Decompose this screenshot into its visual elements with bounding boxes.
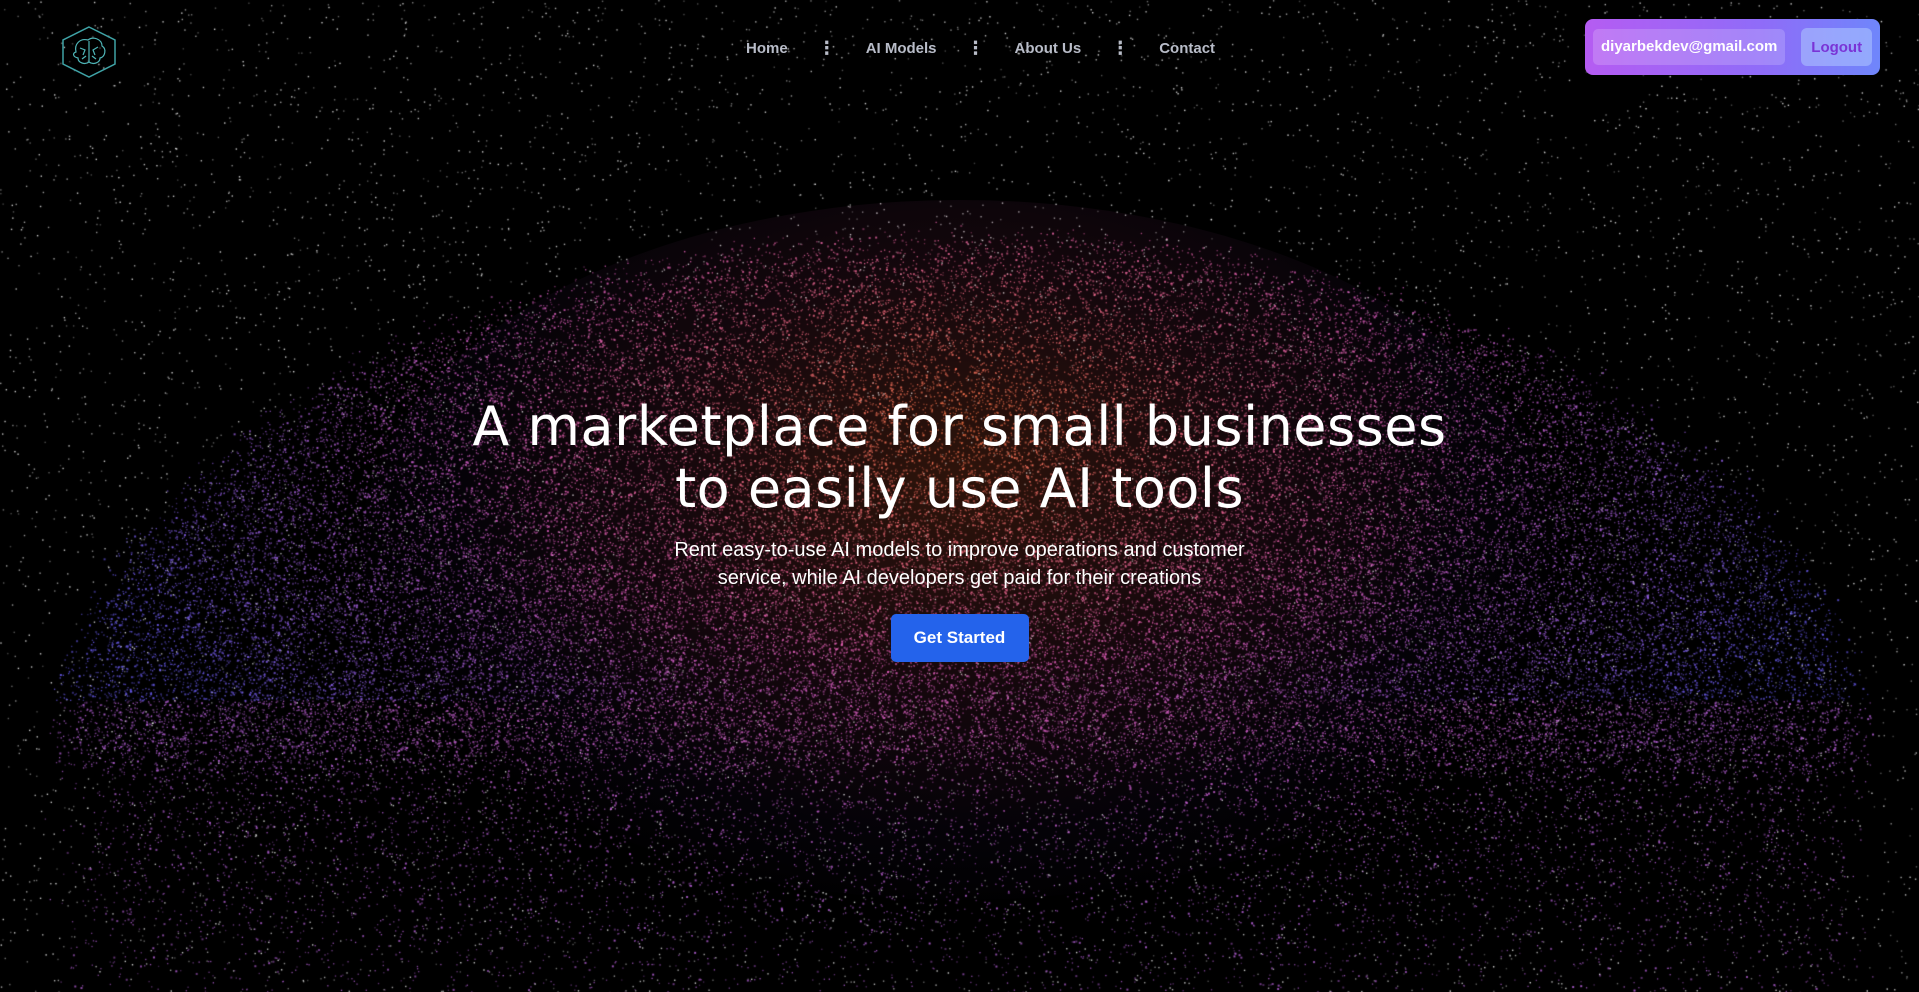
nav-separator-icon: ⋮ <box>1111 38 1130 58</box>
hero-subtitle: Rent easy-to-use AI models to improve op… <box>610 536 1310 592</box>
hero-section: A marketplace for small businesses to ea… <box>0 396 1919 662</box>
hero-subtitle-line: Rent easy-to-use AI models to improve op… <box>674 539 1245 561</box>
hero-subtitle-line: service, while AI developers get paid fo… <box>717 567 1202 589</box>
hero-title-line: A marketplace for small businesses <box>472 395 1447 458</box>
logout-button[interactable]: Logout <box>1801 28 1872 66</box>
main-nav: Home ⋮ AI Models ⋮ About Us ⋮ Contact <box>740 34 1221 62</box>
get-started-button[interactable]: Get Started <box>890 614 1029 662</box>
user-email: diyarbekdev@gmail.com <box>1593 29 1786 65</box>
nav-separator-icon: ⋮ <box>817 38 836 58</box>
hero-title-line: to easily use AI tools <box>674 457 1245 520</box>
user-account-box: diyarbekdev@gmail.com Logout <box>1585 19 1880 75</box>
brain-logo-icon[interactable] <box>60 26 118 78</box>
nav-link-about-us[interactable]: About Us <box>1009 36 1088 61</box>
nav-link-ai-models[interactable]: AI Models <box>860 36 943 61</box>
nav-link-home[interactable]: Home <box>740 36 794 61</box>
hero-title: A marketplace for small businesses to ea… <box>0 396 1919 520</box>
landing-page: Home ⋮ AI Models ⋮ About Us ⋮ Contact di… <box>0 0 1919 992</box>
nav-link-contact[interactable]: Contact <box>1153 36 1221 61</box>
nav-separator-icon: ⋮ <box>966 38 985 58</box>
